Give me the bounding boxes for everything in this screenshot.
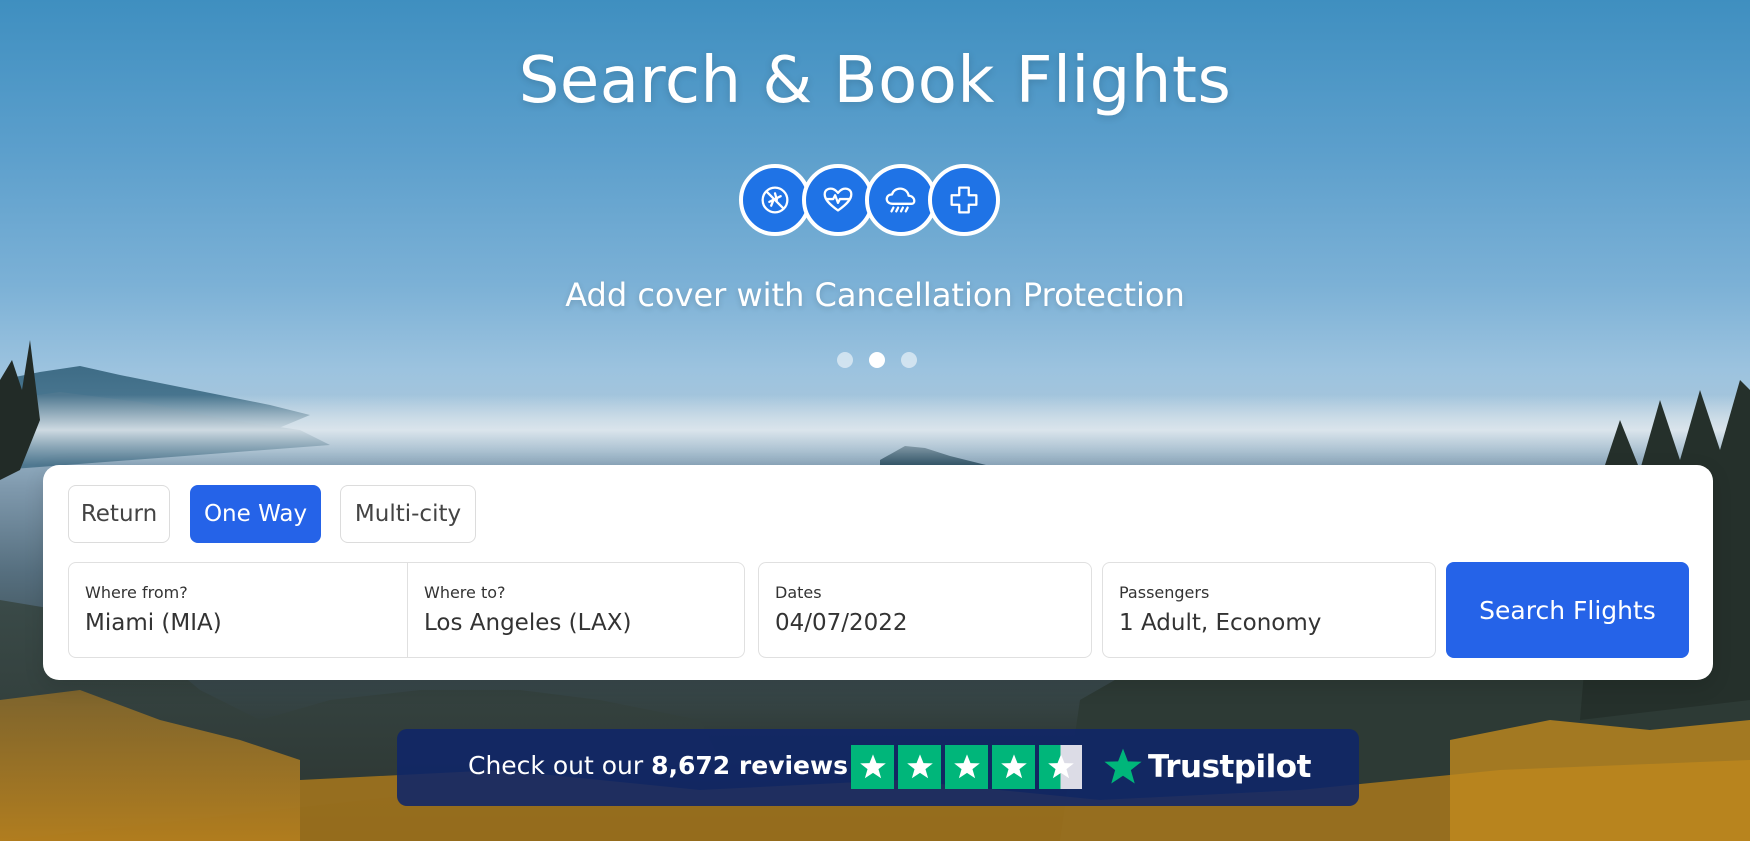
destination-label: Where to? [424, 583, 506, 602]
trustpilot-star-icon [1104, 748, 1142, 784]
dates-value[interactable]: 04/07/2022 [775, 610, 908, 636]
weather-icon [865, 164, 937, 236]
page-title: Search & Book Flights [518, 44, 1232, 118]
dates-label: Dates [775, 583, 822, 602]
hero-banner: Search & Book Flights Add cover with Can… [0, 0, 1750, 841]
trustpilot-logo: Trustpilot [1102, 743, 1311, 791]
carousel-dot-2[interactable] [869, 352, 885, 368]
passengers-value[interactable]: 1 Adult, Economy [1119, 610, 1321, 636]
passengers-field[interactable]: Passengers 1 Adult, Economy [1103, 563, 1435, 657]
origin-value[interactable]: Miami (MIA) [85, 610, 222, 636]
star-icon [898, 745, 941, 789]
carousel-dot-1[interactable] [837, 352, 853, 368]
half-star-icon [1039, 745, 1082, 789]
flight-search-form: Return One Way Multi-city Where from? Mi… [43, 465, 1713, 680]
star-icon [851, 745, 894, 789]
route-fields: Where from? Miami (MIA) Where to? Los An… [68, 562, 745, 658]
trip-type-multi-city[interactable]: Multi-city [340, 485, 476, 543]
star-icon [992, 745, 1035, 789]
landscape-background [0, 340, 1750, 841]
trustpilot-banner[interactable]: Check out our 8,672 reviews Trustpilot [397, 729, 1359, 806]
passengers-field-box: Passengers 1 Adult, Economy [1102, 562, 1436, 658]
star-rating [851, 745, 1082, 789]
carousel-indicators [837, 352, 917, 370]
promo-subtitle: Add cover with Cancellation Protection [565, 276, 1185, 314]
health-icon [802, 164, 874, 236]
reviews-prefix: Check out our [468, 751, 644, 780]
dates-field[interactable]: Dates 04/07/2022 [759, 563, 1091, 657]
trip-type-one-way[interactable]: One Way [190, 485, 321, 543]
destination-field[interactable]: Where to? Los Angeles (LAX) [408, 563, 745, 657]
review-count: 8,672 reviews [651, 751, 848, 780]
origin-label: Where from? [85, 583, 188, 602]
reviews-text: Check out our 8,672 reviews [468, 751, 848, 780]
no-flight-icon [739, 164, 811, 236]
carousel-dot-3[interactable] [901, 352, 917, 368]
star-icon [945, 745, 988, 789]
passengers-label: Passengers [1119, 583, 1210, 602]
dates-field-box: Dates 04/07/2022 [758, 562, 1092, 658]
protection-icons [739, 164, 1001, 241]
medical-cross-icon [928, 164, 1000, 236]
destination-value[interactable]: Los Angeles (LAX) [424, 610, 631, 636]
trip-type-return[interactable]: Return [68, 485, 170, 543]
trustpilot-brand: Trustpilot [1148, 749, 1311, 785]
search-flights-button[interactable]: Search Flights [1446, 562, 1689, 658]
origin-field[interactable]: Where from? Miami (MIA) [69, 563, 407, 657]
